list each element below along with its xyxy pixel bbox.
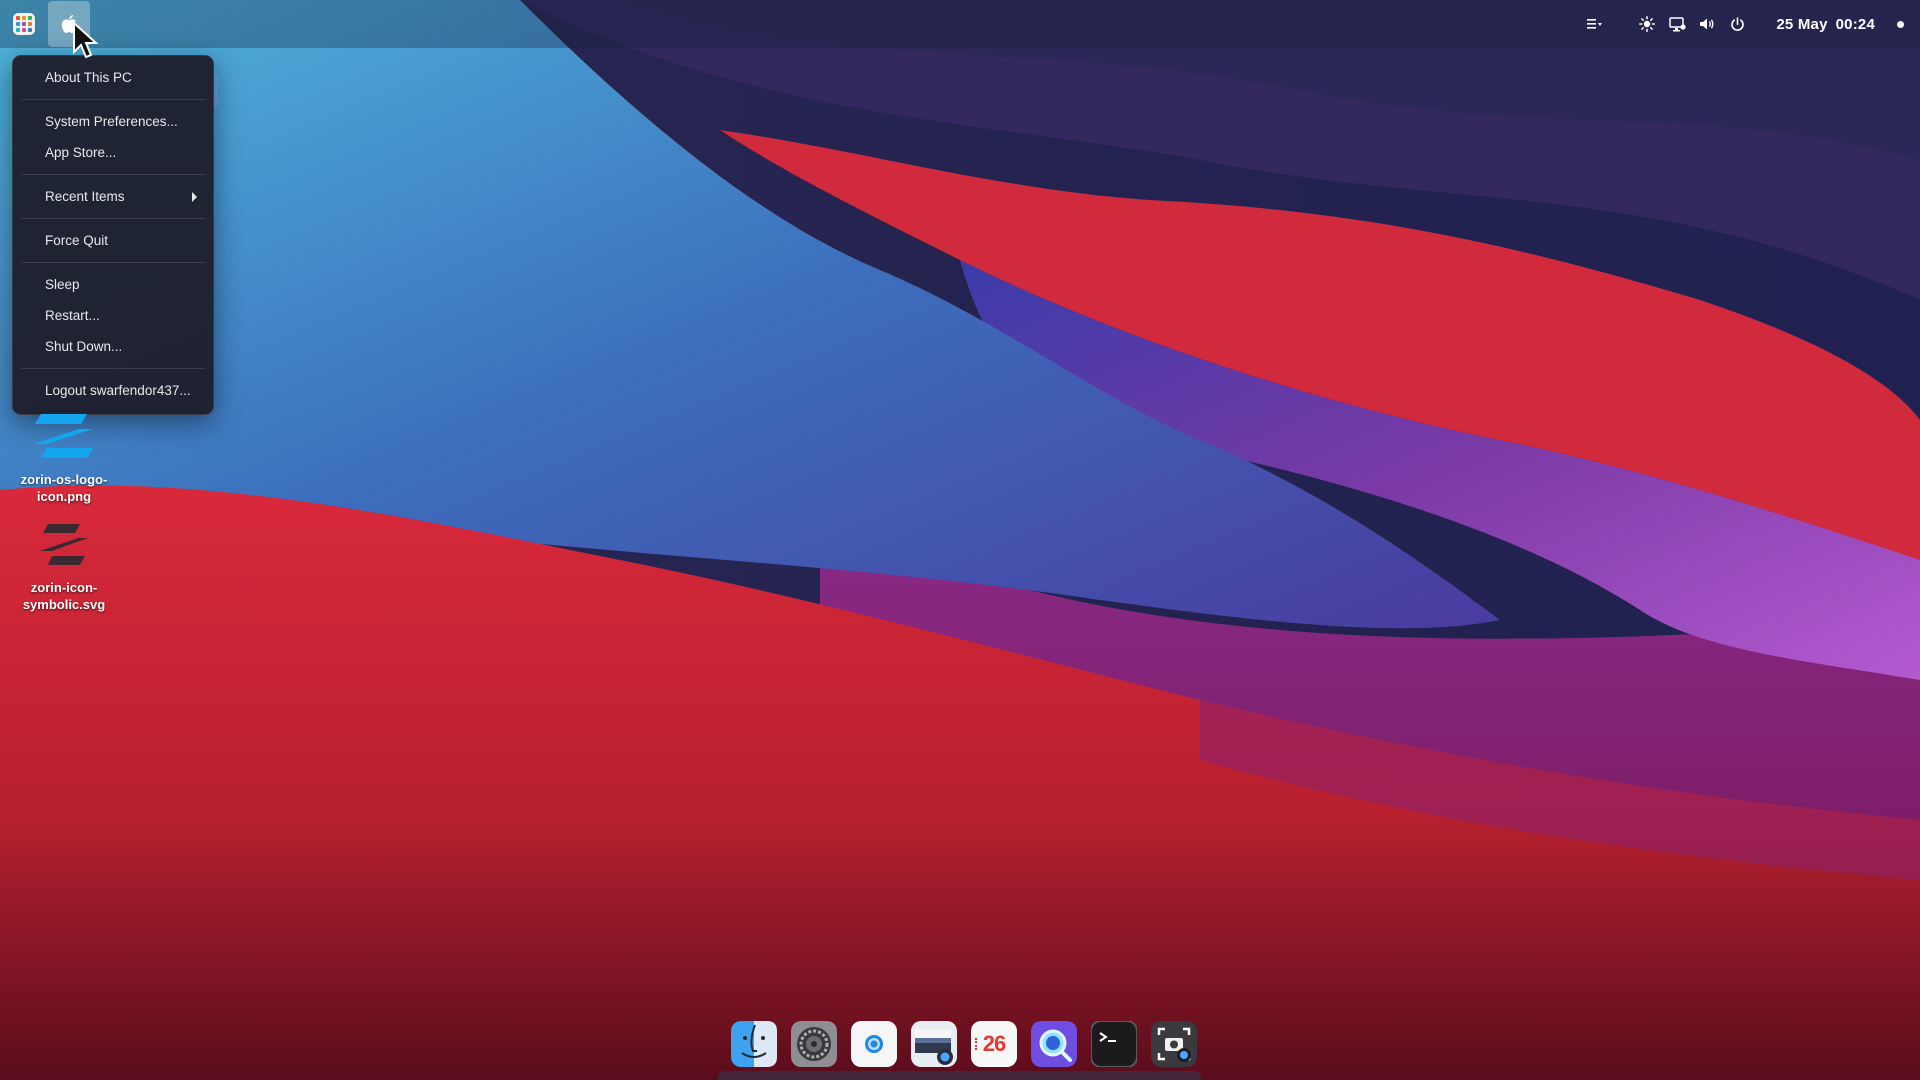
dock-item-screenshot-viewer[interactable] xyxy=(911,1021,957,1067)
app-grid-button[interactable] xyxy=(6,0,42,48)
display-icon[interactable] xyxy=(1662,0,1692,48)
notification-dot xyxy=(1897,20,1904,28)
dock-item-finder[interactable] xyxy=(731,1021,777,1067)
desktop-icon-zorin-logo[interactable]: zorin-os-logo-icon.png xyxy=(4,412,124,505)
dock-item-calendar[interactable]: 26 xyxy=(971,1021,1017,1067)
clock-time: 00:24 xyxy=(1835,15,1875,33)
zorin-symbolic-icon xyxy=(40,524,88,565)
calendar-day: 26 xyxy=(982,1031,1007,1056)
finder-icon xyxy=(731,1021,777,1067)
dock-item-system-settings[interactable] xyxy=(791,1021,837,1067)
menu-item-restart[interactable]: Restart... xyxy=(13,300,213,331)
app-grid-icon xyxy=(13,13,35,35)
desktop-icon-zorin-symbolic[interactable]: zorin-icon-symbolic.svg xyxy=(4,520,124,613)
menu-item-logout[interactable]: Logout swarfendor437... xyxy=(13,375,213,406)
volume-icon[interactable] xyxy=(1692,0,1722,48)
menu-item-recent-items[interactable]: Recent Items xyxy=(13,181,213,212)
browser-icon xyxy=(851,1021,897,1067)
dock-item-terminal[interactable] xyxy=(1091,1021,1137,1067)
menu-item-system-preferences[interactable]: System Preferences... xyxy=(13,106,213,137)
dock-item-search[interactable] xyxy=(1031,1021,1077,1067)
terminal-icon xyxy=(1091,1021,1137,1067)
menu-separator xyxy=(21,99,205,100)
menu-item-about[interactable]: About This PC xyxy=(13,62,213,93)
screenshot-icon xyxy=(1151,1021,1197,1067)
menu-item-force-quit[interactable]: Force Quit xyxy=(13,225,213,256)
system-settings-icon xyxy=(791,1021,837,1067)
desktop-icon-label: zorin-icon-symbolic.svg xyxy=(22,580,106,612)
desktop: 25 May 00:24 About This PC System Prefer… xyxy=(0,0,1920,1080)
menu-separator xyxy=(21,174,205,175)
menu-separator xyxy=(21,368,205,369)
calendar-icon xyxy=(975,1038,980,1050)
dock-item-browser[interactable] xyxy=(851,1021,897,1067)
clock-date: 25 May xyxy=(1776,15,1828,33)
zorin-logo-icon xyxy=(33,414,93,458)
dock-item-screenshot[interactable] xyxy=(1151,1021,1197,1067)
dock: 26 xyxy=(719,1013,1209,1075)
search-icon xyxy=(1031,1021,1077,1067)
menu-icon[interactable] xyxy=(1580,0,1610,48)
apple-menu: About This PC System Preferences... App … xyxy=(12,55,214,415)
menu-separator xyxy=(21,218,205,219)
menu-item-sleep[interactable]: Sleep xyxy=(13,269,213,300)
system-tray: 25 May 00:24 xyxy=(1580,0,1920,48)
menu-separator xyxy=(21,262,205,263)
desktop-icon-label: zorin-os-logo-icon.png xyxy=(20,472,108,504)
mouse-cursor xyxy=(73,22,99,59)
submenu-arrow-icon xyxy=(192,192,197,202)
top-bar: 25 May 00:24 xyxy=(0,0,1920,48)
menu-item-app-store[interactable]: App Store... xyxy=(13,137,213,168)
menu-item-shutdown[interactable]: Shut Down... xyxy=(13,331,213,362)
clock[interactable]: 25 May 00:24 xyxy=(1776,16,1875,33)
power-icon[interactable] xyxy=(1722,0,1752,48)
screenshot-viewer-icon xyxy=(911,1021,957,1067)
brightness-icon[interactable] xyxy=(1632,0,1662,48)
wallpaper xyxy=(0,0,1920,1080)
